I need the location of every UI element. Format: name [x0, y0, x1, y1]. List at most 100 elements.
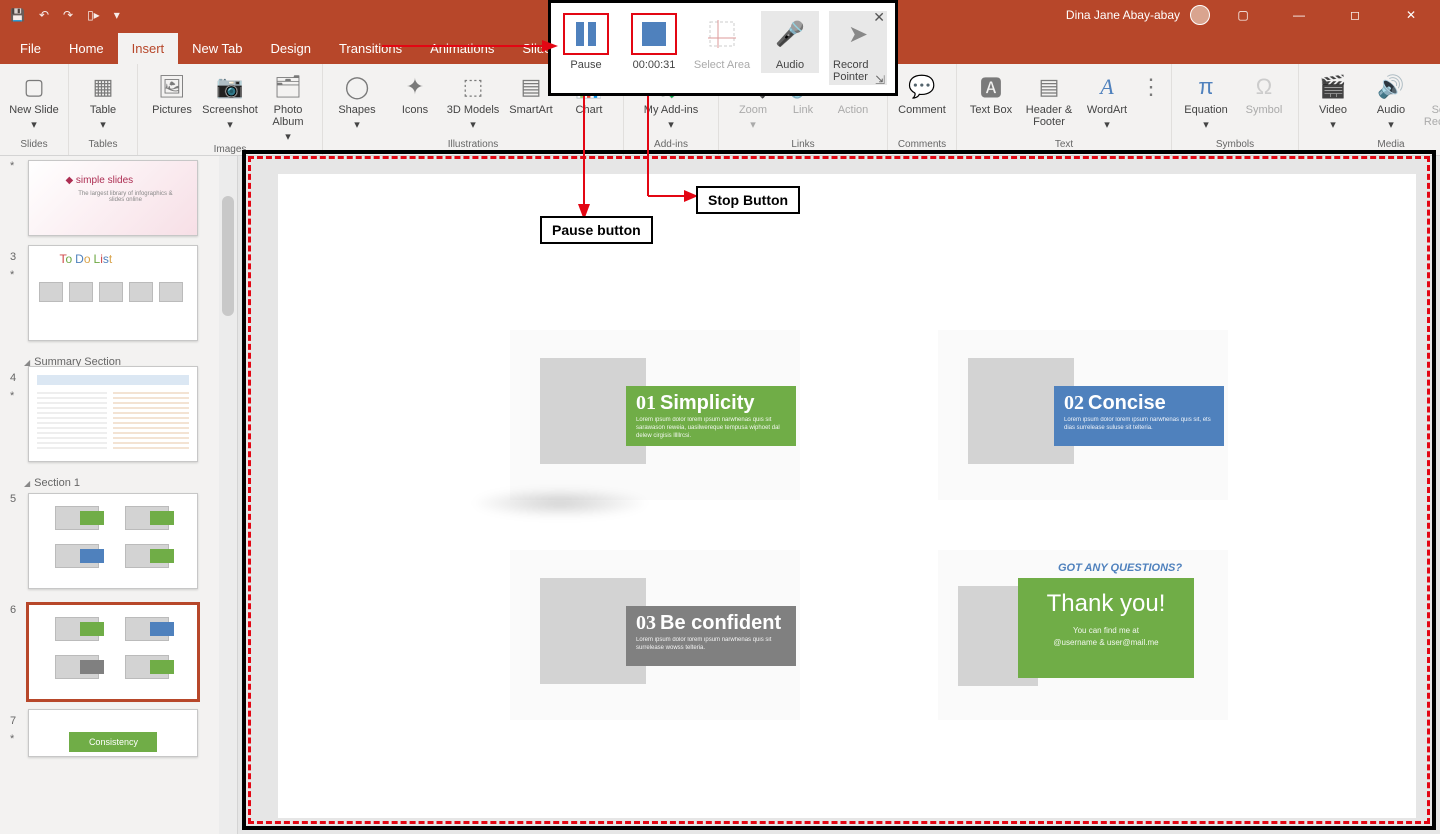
- pause-icon: [563, 13, 609, 55]
- screen-recording-button: ⏺Screen Recording: [1421, 68, 1440, 138]
- close-button[interactable]: ✕: [1388, 8, 1434, 22]
- thumbnail-slide-5[interactable]: 5: [10, 493, 227, 594]
- table-button[interactable]: ▦Table▾: [75, 68, 131, 138]
- card-simplicity[interactable]: 01SimplicityLorem ipsum dolor lorem ipsu…: [510, 330, 800, 500]
- arrow-to-toolbar: [382, 36, 562, 56]
- undo-icon[interactable]: ↶: [39, 8, 49, 22]
- qat-more-icon[interactable]: ▾: [114, 8, 120, 22]
- photo-album-icon: 🗂: [273, 72, 303, 102]
- save-icon[interactable]: 💾: [10, 8, 25, 22]
- card-concise[interactable]: 02ConciseLorem ipsum dolor lorem ipsum n…: [938, 330, 1228, 500]
- start-from-beginning-icon[interactable]: ▯▸: [87, 8, 100, 22]
- chevron-down-icon: ▾: [100, 118, 106, 131]
- chevron-down-icon: ▾: [1330, 118, 1336, 131]
- group-text: 🅰Text Box ▤Header & Footer AWordArt▾ ⋮ T…: [957, 64, 1172, 155]
- audio-button[interactable]: 🔊Audio▾: [1363, 68, 1419, 138]
- equation-button[interactable]: πEquation▾: [1178, 68, 1234, 138]
- maximize-button[interactable]: ◻: [1332, 8, 1378, 22]
- table-icon: ▦: [88, 72, 118, 102]
- thumbnail-slide-4[interactable]: 4*: [10, 372, 227, 467]
- tab-file[interactable]: File: [6, 33, 55, 64]
- group-comments: 💬Comment Comments: [888, 64, 957, 155]
- audio-icon: 🔊: [1376, 72, 1406, 102]
- chevron-down-icon: ▾: [31, 118, 37, 131]
- icons-icon: ✦: [400, 72, 430, 102]
- slide-stage: 01SimplicityLorem ipsum dolor lorem ipsu…: [238, 156, 1440, 834]
- wordart-button[interactable]: AWordArt▾: [1079, 68, 1135, 138]
- stop-recording-button[interactable]: 00:00:31: [625, 11, 683, 71]
- more-icon: ⋮: [1136, 72, 1166, 102]
- screenshot-button[interactable]: 📷Screenshot▾: [202, 68, 258, 143]
- equation-icon: π: [1191, 72, 1221, 102]
- screen-recording-icon: ⏺: [1434, 72, 1440, 102]
- header-footer-button[interactable]: ▤Header & Footer: [1021, 68, 1077, 138]
- cube-icon: ⬚: [458, 72, 488, 102]
- select-area-button: Select Area: [693, 11, 751, 71]
- chevron-down-icon: ▾: [1104, 118, 1110, 131]
- thumbnail-slide-3[interactable]: 3* To Do List: [10, 251, 227, 346]
- panel-scrollbar[interactable]: [219, 156, 237, 834]
- group-media: 🎬Video▾ 🔊Audio▾ ⏺Screen Recording Media: [1299, 64, 1440, 155]
- pause-recording-button[interactable]: Pause: [557, 11, 615, 71]
- arrow-pause-down: [576, 96, 592, 222]
- user-area: Dina Jane Abay-abay ▢ — ◻ ✕: [1066, 5, 1440, 25]
- thumbnail-slide-2[interactable]: * ◆ simple slides The largest library of…: [10, 160, 227, 241]
- 3d-models-button[interactable]: ⬚3D Models▾: [445, 68, 501, 138]
- symbol-icon: Ω: [1249, 72, 1279, 102]
- current-slide[interactable]: 01SimplicityLorem ipsum dolor lorem ipsu…: [278, 174, 1416, 818]
- header-footer-icon: ▤: [1034, 72, 1064, 102]
- ribbon-display-icon[interactable]: ▢: [1220, 8, 1266, 22]
- new-slide-button[interactable]: ▢New Slide▾: [6, 68, 62, 138]
- user-name: Dina Jane Abay-abay: [1066, 8, 1180, 22]
- text-more-button[interactable]: ⋮: [1137, 68, 1165, 138]
- record-audio-toggle[interactable]: 🎤 Audio: [761, 11, 819, 73]
- group-slides: ▢New Slide▾ Slides: [0, 64, 69, 155]
- shapes-icon: ◯: [342, 72, 372, 102]
- minimize-button[interactable]: —: [1276, 8, 1322, 22]
- tab-home[interactable]: Home: [55, 33, 118, 64]
- chevron-down-icon: ▾: [750, 118, 756, 131]
- comment-icon: 💬: [907, 72, 937, 102]
- new-slide-icon: ▢: [19, 72, 49, 102]
- chevron-down-icon: ▾: [1203, 118, 1209, 131]
- chevron-down-icon: ▾: [285, 130, 291, 143]
- card-confident[interactable]: 03Be confidentLorem ipsum dolor lorem ip…: [510, 550, 800, 720]
- chevron-down-icon: ▾: [470, 118, 476, 131]
- arrow-stop-right: [640, 96, 700, 206]
- group-label: Slides: [6, 138, 62, 153]
- video-icon: 🎬: [1318, 72, 1348, 102]
- avatar[interactable]: [1190, 5, 1210, 25]
- redo-icon[interactable]: ↷: [63, 8, 73, 22]
- photo-album-button[interactable]: 🗂Photo Album▾: [260, 68, 316, 143]
- thumbnail-slide-7[interactable]: 7* Consistency: [10, 715, 227, 762]
- chevron-down-icon: ▾: [227, 118, 233, 131]
- comment-button[interactable]: 💬Comment: [894, 68, 950, 138]
- screenshot-icon: 📷: [215, 72, 245, 102]
- symbol-button: ΩSymbol: [1236, 68, 1292, 138]
- thumbnail-slide-6[interactable]: 6: [10, 604, 227, 705]
- pictures-button[interactable]: 🖼Pictures: [144, 68, 200, 143]
- group-symbols: πEquation▾ ΩSymbol Symbols: [1172, 64, 1299, 155]
- group-images: 🖼Pictures 📷Screenshot▾ 🗂Photo Album▾ Ima…: [138, 64, 323, 155]
- card-thankyou[interactable]: GOT ANY QUESTIONS? Thank you! You can fi…: [938, 550, 1228, 720]
- pin-toolbar-icon[interactable]: ⇲: [875, 73, 885, 87]
- slide-thumbnail-panel: * ◆ simple slides The largest library of…: [0, 156, 238, 834]
- close-recording-toolbar-button[interactable]: ✕: [873, 9, 885, 26]
- callout-stop-label: Stop Button: [696, 186, 800, 214]
- section-1[interactable]: Section 1: [24, 477, 227, 489]
- recording-timer: 00:00:31: [633, 59, 676, 71]
- textbox-icon: 🅰: [976, 72, 1006, 102]
- stop-icon: [631, 13, 677, 55]
- wordart-icon: A: [1092, 72, 1122, 102]
- text-box-button[interactable]: 🅰Text Box: [963, 68, 1019, 138]
- tab-design[interactable]: Design: [257, 33, 325, 64]
- quick-access-toolbar: 💾 ↶ ↷ ▯▸ ▾: [0, 8, 130, 22]
- tab-insert[interactable]: Insert: [118, 33, 179, 64]
- shapes-button[interactable]: ◯Shapes▾: [329, 68, 385, 138]
- video-button[interactable]: 🎬Video▾: [1305, 68, 1361, 138]
- tab-newtab[interactable]: New Tab: [178, 33, 256, 64]
- group-label: Tables: [75, 138, 131, 153]
- icons-button[interactable]: ✦Icons: [387, 68, 443, 138]
- smartart-icon: ▤: [516, 72, 546, 102]
- pictures-icon: 🖼: [157, 72, 187, 102]
